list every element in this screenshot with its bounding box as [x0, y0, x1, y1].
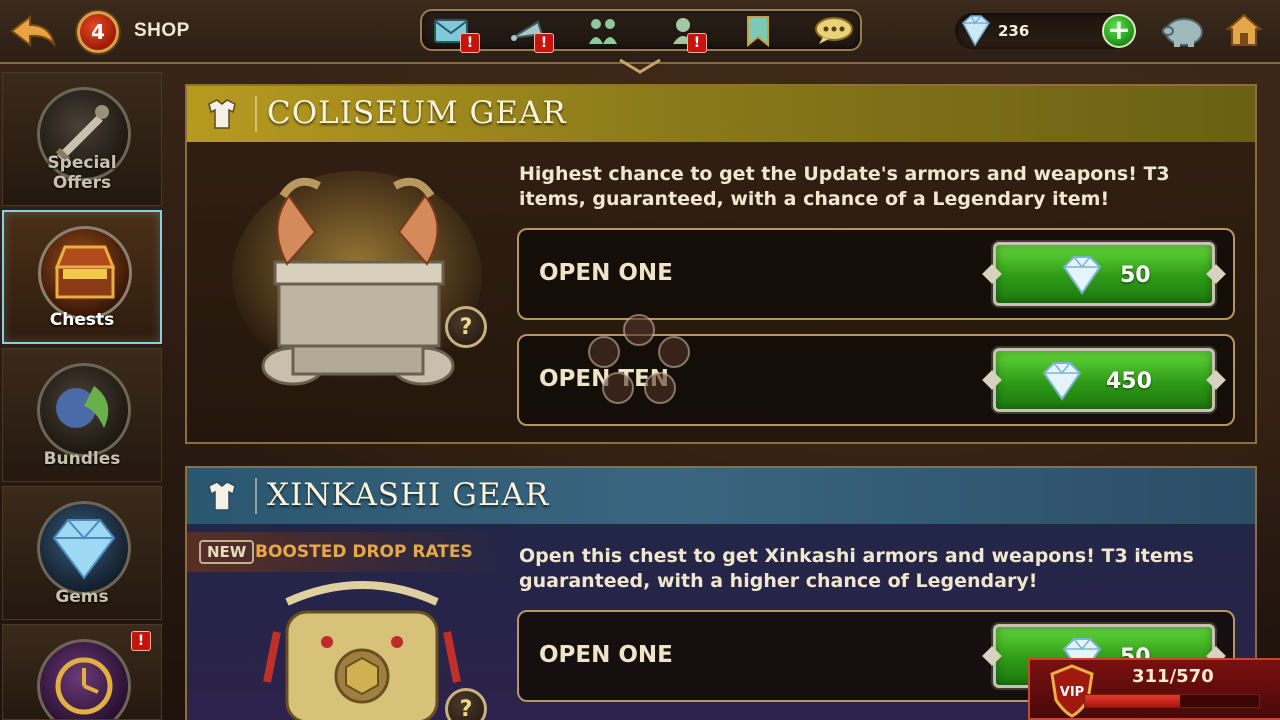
armor-icon	[208, 99, 236, 129]
coliseum-gear-panel: COLISEUM GEAR ? Highest chance to get th…	[185, 84, 1257, 444]
chat-icon[interactable]	[808, 11, 860, 51]
sidebar-item-label: Special Offers	[47, 153, 117, 193]
guild-alert-badge: !	[687, 33, 707, 53]
open-one-row[interactable]: OPEN ONE 50	[517, 228, 1235, 320]
xinkashi-help-button[interactable]: ?	[445, 688, 487, 720]
open-one-price-button[interactable]: 50	[993, 242, 1215, 306]
bundle-icon	[37, 363, 131, 457]
gem-icon	[962, 15, 990, 47]
vip-shield-icon: VIP	[1050, 664, 1094, 718]
panel-header: XINKASHI GEAR	[187, 468, 1255, 524]
gem-icon	[1042, 362, 1082, 401]
friends-icon[interactable]	[577, 11, 629, 51]
open-ten-price-button[interactable]: 450	[993, 348, 1215, 412]
panel-title: COLISEUM GEAR	[267, 95, 567, 131]
piggy-bank-icon[interactable]	[1160, 13, 1206, 49]
coliseum-help-button[interactable]: ?	[445, 306, 487, 348]
mail-alert-badge: !	[460, 33, 480, 53]
chevron-down-icon	[619, 58, 661, 74]
vip-progress-fill	[1085, 695, 1180, 707]
sidebar-item-label: Bundles	[43, 449, 121, 469]
gem-icon	[1062, 256, 1102, 295]
home-icon[interactable]	[1224, 11, 1264, 49]
timed-offers-alert-badge: !	[131, 631, 151, 651]
vip-progress-bar	[1084, 694, 1260, 708]
price-value: 50	[1120, 263, 1151, 288]
panel-description: Open this chest to get Xinkashi armors a…	[519, 545, 1194, 592]
guild-icon[interactable]: !	[657, 11, 709, 53]
bookmark-icon[interactable]	[732, 11, 784, 51]
vip-label: VIP	[1060, 685, 1084, 700]
chest-icon	[38, 226, 132, 320]
header-divider	[255, 478, 257, 514]
price-value: 450	[1106, 369, 1152, 394]
mail-icon[interactable]: !	[426, 11, 480, 53]
sidebar-item-timed-offers[interactable]: !	[2, 624, 162, 720]
panel-header: COLISEUM GEAR	[187, 86, 1255, 142]
vip-progress-text: 311/570	[1132, 666, 1214, 687]
element-selector-overlay[interactable]	[586, 312, 692, 408]
page-title: SHOP	[134, 20, 190, 41]
sidebar-item-label: Chests	[49, 310, 115, 330]
sidebar-item-special-offers[interactable]: Special Offers	[2, 72, 162, 206]
panel-description: Highest chance to get the Update's armor…	[519, 163, 1170, 210]
back-arrow-icon[interactable]	[10, 14, 56, 48]
boosted-drop-rates-label: BOOSTED DROP RATES	[255, 542, 473, 562]
open-one-label: OPEN ONE	[539, 642, 673, 668]
sidebar-item-label: Gems	[55, 587, 109, 607]
clock-icon	[37, 639, 131, 719]
open-one-label: OPEN ONE	[539, 260, 673, 286]
sidebar-item-bundles[interactable]: Bundles	[2, 348, 162, 482]
coliseum-chest-image	[232, 171, 482, 386]
gem-icon	[37, 501, 131, 595]
new-tag: NEW	[199, 540, 255, 564]
vip-progress[interactable]: VIP 311/570	[1028, 658, 1280, 720]
sidebar: Special Offers Chests Bundles Gems !	[0, 72, 164, 720]
sidebar-item-gems[interactable]: Gems	[2, 486, 162, 620]
top-bar: 4 SHOP ! ! ! 236 +	[0, 0, 1280, 64]
gem-count: 236	[998, 22, 1030, 40]
add-gems-button[interactable]: +	[1102, 14, 1136, 48]
xinkashi-chest-image	[263, 581, 461, 720]
sidebar-item-chests[interactable]: Chests	[2, 210, 162, 344]
horn-alert-badge: !	[534, 33, 554, 53]
header-divider	[255, 96, 257, 132]
player-level-badge[interactable]: 4	[77, 11, 119, 53]
horn-icon[interactable]: !	[502, 11, 554, 53]
armor-icon	[208, 481, 236, 511]
nav-icon-group: ! ! !	[420, 9, 862, 53]
panel-title: XINKASHI GEAR	[267, 477, 550, 513]
